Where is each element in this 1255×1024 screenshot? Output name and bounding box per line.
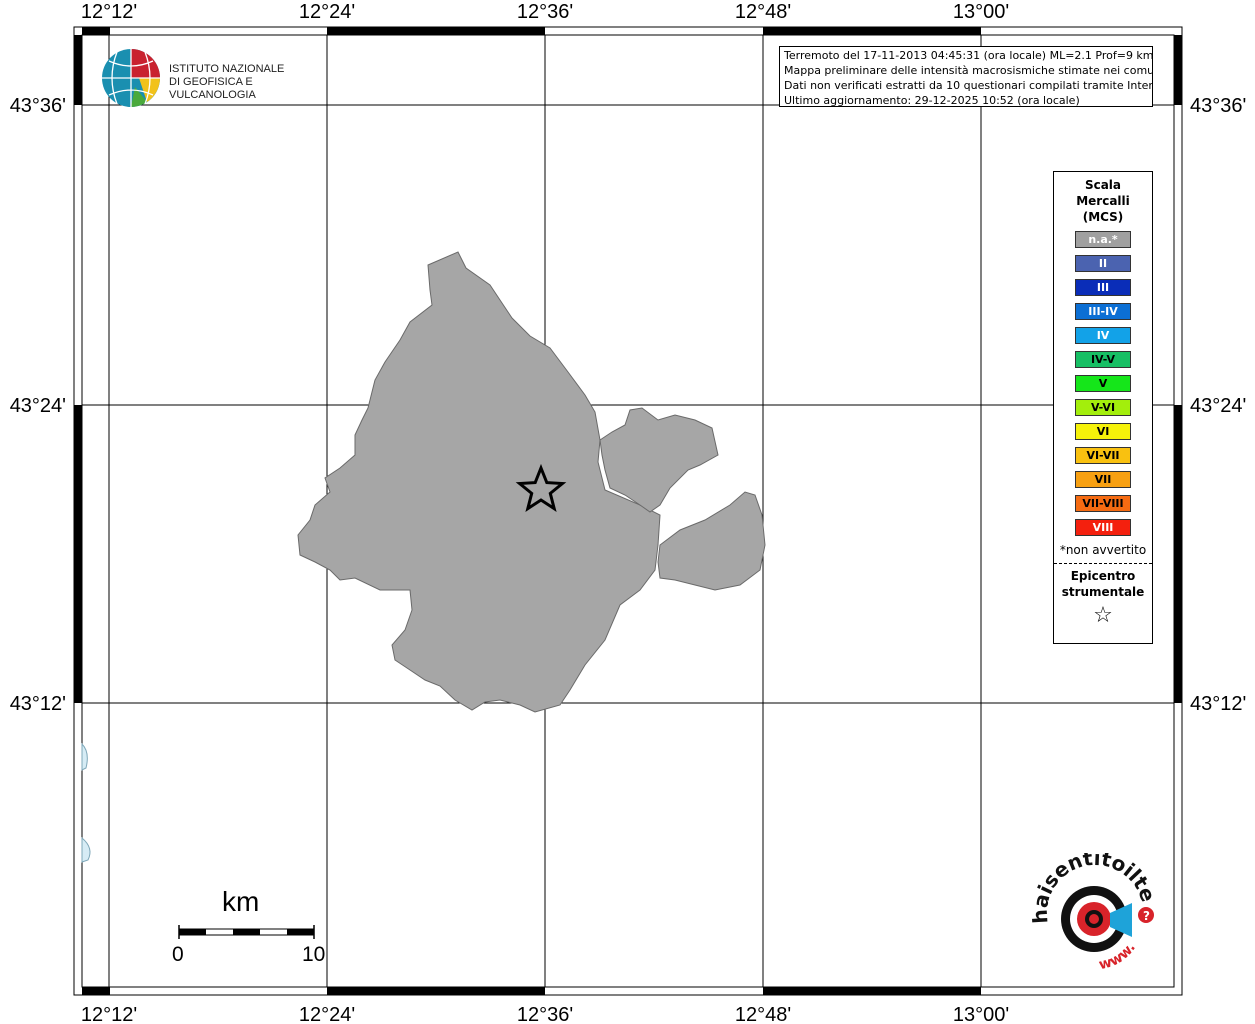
lon-label: 12°36'	[517, 1004, 573, 1024]
scale-unit: km	[222, 886, 260, 917]
lat-label: 43°12'	[1190, 693, 1246, 715]
lon-labels-bottom: 12°12' 12°24' 12°36' 12°48' 13°00'	[81, 1004, 1009, 1024]
legend-item: V-VI	[1075, 399, 1131, 416]
lat-labels-left: 43°36' 43°24' 43°12'	[10, 95, 66, 715]
lat-label: 43°36'	[10, 95, 66, 117]
info-line: Terremoto del 17-11-2013 04:45:31 (ora l…	[784, 49, 1153, 62]
lat-label: 43°12'	[10, 693, 66, 715]
lon-label: 12°12'	[81, 1004, 137, 1024]
legend-note: *non avvertito	[1059, 543, 1147, 557]
legend-epicenter-label: Epicentro strumentale	[1061, 569, 1145, 599]
legend-item: IV	[1075, 327, 1131, 344]
lon-label: 12°48'	[735, 1, 791, 23]
info-line: Mappa preliminare delle intensità macros…	[784, 64, 1153, 77]
earthquake-info-box: Terremoto del 17-11-2013 04:45:31 (ora l…	[779, 46, 1153, 107]
lon-label: 13°00'	[953, 1004, 1009, 1024]
legend-item: IV-V	[1075, 351, 1131, 368]
legend-star-icon: ☆	[1093, 603, 1113, 628]
ingv-logo: ISTITUTO NAZIONALE DI GEOFISICA E VULCAN…	[101, 47, 321, 109]
lon-label: 12°24'	[299, 1, 355, 23]
ingv-name: ISTITUTO NAZIONALE DI GEOFISICA E VULCAN…	[169, 63, 285, 101]
lat-labels-right: 43°36' 43°24' 43°12'	[1190, 95, 1246, 715]
legend-item: VII	[1075, 471, 1131, 488]
scale-min-label: 0	[172, 943, 184, 966]
svg-text:?: ?	[1143, 909, 1150, 923]
lat-label: 43°24'	[10, 395, 66, 417]
legend-title: Scala Mercalli (MCS)	[1076, 178, 1130, 224]
info-line: Dati non verificati estratti da 10 quest…	[784, 79, 1153, 92]
legend-item: III	[1075, 279, 1131, 296]
legend-separator	[1054, 563, 1152, 564]
legend-item: VI-VII	[1075, 447, 1131, 464]
legend-items: n.a.* II III III-IV IV IV-V V V-VI VI VI-VII VII VI…	[1054, 231, 1152, 536]
lat-label: 43°36'	[1190, 95, 1246, 117]
info-line: Ultimo aggiornamento: 29-12-2025 10:52 (…	[784, 94, 1080, 107]
lon-label: 12°36'	[517, 1, 573, 23]
legend-item: VIII	[1075, 519, 1131, 536]
legend-item: n.a.*	[1075, 231, 1131, 248]
lon-label: 13°00'	[953, 1, 1009, 23]
legend-item: VII-VIII	[1075, 495, 1131, 512]
lon-label: 12°12'	[81, 1, 137, 23]
legend-item: III-IV	[1075, 303, 1131, 320]
lon-label: 12°24'	[299, 1004, 355, 1024]
legend-item: II	[1075, 255, 1131, 272]
lat-label: 43°24'	[1190, 395, 1246, 417]
legend-item: V	[1075, 375, 1131, 392]
mcs-legend: Scala Mercalli (MCS) n.a.* II III III-IV IV I…	[1053, 171, 1153, 644]
scale-max-label: 10	[302, 943, 326, 966]
legend-item: VI	[1075, 423, 1131, 440]
ingv-globe-icon	[102, 49, 160, 107]
haisentito-logo: ? haisentitoilterremoto.it www.	[1030, 853, 1160, 973]
lon-labels-top: 12°12' 12°24' 12°36' 12°48' 13°00'	[81, 1, 1009, 23]
lon-label: 12°48'	[735, 1004, 791, 1024]
